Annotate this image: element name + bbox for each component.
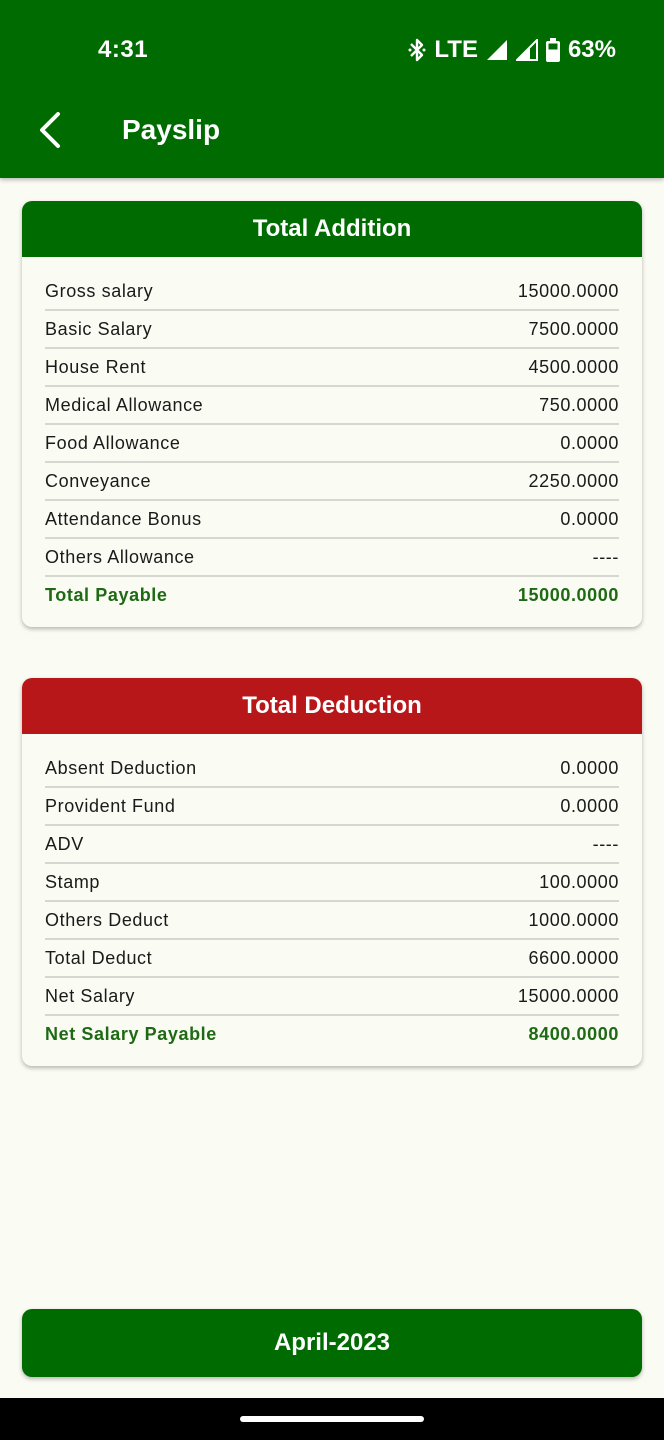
row-label: Food Allowance — [45, 432, 181, 453]
addition-list: Gross salary 15000.0000 Basic Salary 7500.… — [22, 257, 642, 627]
addition-total-row: Total Payable 15000.0000 — [45, 577, 619, 613]
row-label: Provident Fund — [45, 795, 176, 816]
row-label: Absent Deduction — [45, 757, 197, 778]
deduction-row-absent-deduction: Absent Deduction 0.0000 — [45, 750, 619, 788]
row-label: Attendance Bonus — [45, 508, 202, 529]
row-label: Others Allowance — [45, 546, 195, 567]
deduction-row-provident-fund: Provident Fund 0.0000 — [45, 788, 619, 826]
row-value: 100.0000 — [539, 871, 619, 892]
row-label: Total Deduct — [45, 947, 153, 968]
addition-row-others-allowance: Others Allowance ---- — [45, 539, 619, 577]
back-button[interactable] — [30, 110, 70, 154]
bluetooth-icon — [408, 37, 426, 63]
row-label: ADV — [45, 833, 84, 854]
deduction-total-row: Net Salary Payable 8400.0000 — [45, 1016, 619, 1052]
row-value: 15000.0000 — [517, 985, 619, 1006]
deduction-list: Absent Deduction 0.0000 Provident Fund 0.0… — [22, 734, 642, 1066]
row-label: Medical Allowance — [45, 394, 204, 415]
total-value: 8400.0000 — [528, 1023, 619, 1044]
addition-row-conveyance: Conveyance 2250.0000 — [45, 463, 619, 501]
row-value: 0.0000 — [560, 432, 619, 453]
app-bar: 4:31 LTE 63% Payslip — [0, 0, 664, 178]
addition-row-basic-salary: Basic Salary 7500.0000 — [45, 311, 619, 349]
deduction-card: Total Deduction Absent Deduction 0.0000 P… — [22, 678, 642, 1066]
status-icons: LTE 63% — [408, 34, 616, 66]
total-value: 15000.0000 — [517, 584, 619, 605]
deduction-row-stamp: Stamp 100.0000 — [45, 864, 619, 902]
battery-percent: 63% — [567, 36, 616, 63]
row-label: Gross salary — [45, 280, 154, 301]
addition-row-house-rent: House Rent 4500.0000 — [45, 349, 619, 387]
deduction-row-adv: ADV ---- — [45, 826, 619, 864]
row-value: 750.0000 — [539, 394, 619, 415]
addition-row-food-allowance: Food Allowance 0.0000 — [45, 425, 619, 463]
row-value: 2250.0000 — [528, 470, 619, 491]
addition-row-medical-allowance: Medical Allowance 750.0000 — [45, 387, 619, 425]
deduction-row-others-deduct: Others Deduct 1000.0000 — [45, 902, 619, 940]
signal-icon — [486, 39, 508, 61]
row-value: 0.0000 — [560, 508, 619, 529]
system-nav-bar — [0, 1398, 664, 1440]
row-value: 0.0000 — [560, 757, 619, 778]
row-label: Net Salary — [45, 985, 136, 1006]
row-label: Basic Salary — [45, 318, 153, 339]
addition-card: Total Addition Gross salary 15000.0000 Ba… — [22, 201, 642, 627]
deduction-row-total-deduct: Total Deduct 6600.0000 — [45, 940, 619, 978]
addition-row-attendance-bonus: Attendance Bonus 0.0000 — [45, 501, 619, 539]
row-label: Conveyance — [45, 470, 152, 491]
row-value: ---- — [592, 546, 619, 567]
row-value: 1000.0000 — [528, 909, 619, 930]
deduction-header: Total Deduction — [22, 678, 642, 734]
home-gesture-handle[interactable] — [240, 1416, 424, 1422]
signal-secondary-icon — [515, 39, 538, 61]
status-time: 4:31 — [98, 36, 149, 63]
row-value: 6600.0000 — [528, 947, 619, 968]
battery-icon — [545, 38, 560, 62]
row-value: 0.0000 — [560, 795, 619, 816]
row-label: House Rent — [45, 356, 147, 377]
row-value: ---- — [592, 833, 619, 854]
page-title: Payslip — [122, 114, 221, 145]
deduction-row-net-salary: Net Salary 15000.0000 — [45, 978, 619, 1016]
chevron-left-icon — [38, 111, 62, 153]
addition-row-gross-salary: Gross salary 15000.0000 — [45, 273, 619, 311]
month-select-button[interactable]: April-2023 — [22, 1309, 642, 1377]
addition-header: Total Addition — [22, 201, 642, 257]
row-value: 7500.0000 — [528, 318, 619, 339]
total-label: Total Payable — [45, 584, 168, 605]
row-value: 15000.0000 — [517, 280, 619, 301]
row-label: Stamp — [45, 871, 101, 892]
network-type-label: LTE — [434, 36, 478, 63]
row-label: Others Deduct — [45, 909, 169, 930]
total-label: Net Salary Payable — [45, 1023, 217, 1044]
row-value: 4500.0000 — [528, 356, 619, 377]
